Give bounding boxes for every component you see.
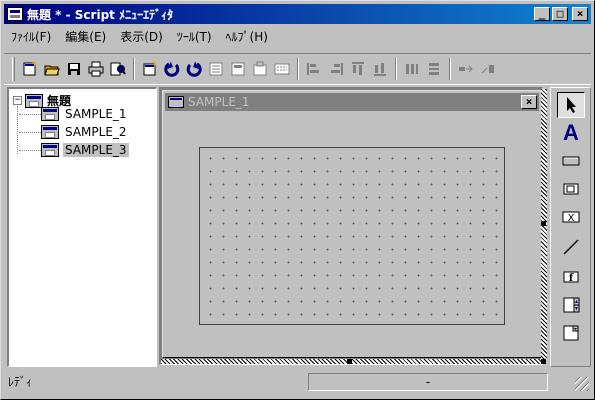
align-left-icon[interactable] [206, 59, 226, 79]
tree-connector [19, 113, 41, 115]
menu-tools[interactable]: ﾂｰﾙ(T) [170, 28, 219, 45]
toolbar-separator [133, 58, 135, 80]
project-icon [25, 93, 43, 108]
title-bar[interactable]: 無題 * - Script ﾒﾆｭｰｴﾃﾞｨﾀ _ □ × [4, 4, 591, 24]
undo-icon[interactable] [162, 59, 182, 79]
toolbar-separator [395, 58, 397, 80]
redo-icon[interactable] [184, 59, 204, 79]
space-vert-icon[interactable] [424, 59, 444, 79]
align-center-icon[interactable] [228, 59, 248, 79]
app-icon[interactable] [7, 7, 23, 21]
menu-screen-icon [41, 107, 59, 121]
resize-border-bottom[interactable] [161, 359, 545, 364]
same-height-icon[interactable] [370, 59, 390, 79]
tree-item-label: SAMPLE_1 [65, 107, 127, 121]
checkbox-icon[interactable] [557, 176, 585, 202]
menu-screen-icon [41, 125, 59, 139]
window-title: 無題 * - Script ﾒﾆｭｰｴﾃﾞｨﾀ [27, 7, 174, 22]
toolbar-grip[interactable] [12, 57, 15, 81]
child-title-bar[interactable]: SAMPLE_1 × [165, 93, 539, 111]
status-text: ﾚﾃﾞｨ [8, 375, 33, 389]
app-window: 無題 * - Script ﾒﾆｭｰｴﾃﾞｨﾀ _ □ × ﾌｧｲﾙ(F) 編集… [0, 0, 595, 400]
spin-icon[interactable] [557, 292, 585, 318]
tree-item-label: SAMPLE_2 [65, 125, 127, 139]
align-bottom-icon[interactable] [326, 59, 346, 79]
tree-line [17, 106, 18, 154]
tree-item-label: SAMPLE_3 [63, 143, 129, 157]
preview-icon[interactable] [108, 59, 128, 79]
align-top-icon[interactable] [272, 59, 292, 79]
mdi-workspace: SAMPLE_1 × [159, 87, 547, 365]
function-tool-glyph: f [569, 273, 574, 284]
new-item-icon[interactable] [140, 59, 160, 79]
align-right-icon[interactable] [250, 59, 270, 79]
pointer-icon[interactable] [557, 92, 585, 118]
align-middle-icon[interactable] [304, 59, 324, 79]
resize-handle-right[interactable] [541, 221, 546, 226]
minimize-button[interactable]: _ [534, 7, 550, 21]
menu-bar: ﾌｧｲﾙ(F) 編集(E) 表示(D) ﾂｰﾙ(T) ﾍﾙﾌﾟ(H) [4, 26, 275, 46]
design-canvas[interactable] [199, 147, 505, 325]
print-icon[interactable] [86, 59, 106, 79]
tree-item-sample-3[interactable]: SAMPLE_3 [19, 143, 129, 157]
arrange-right-icon[interactable] [478, 59, 498, 79]
menu-view[interactable]: 表示(D) [113, 28, 170, 45]
status-bar: ﾚﾃﾞｨ - [4, 371, 591, 393]
tree-connector [19, 131, 41, 133]
size-grip-icon[interactable] [575, 377, 589, 391]
maximize-button[interactable]: □ [552, 7, 568, 21]
menu-screen-edit-icon [41, 143, 59, 157]
open-icon[interactable] [42, 59, 62, 79]
line-icon[interactable] [557, 234, 585, 260]
tree-item-sample-2[interactable]: SAMPLE_2 [19, 125, 129, 139]
toolbar-separator [297, 58, 299, 80]
space-horiz-icon[interactable] [402, 59, 422, 79]
tree-item-sample-1[interactable]: SAMPLE_1 [19, 107, 129, 121]
menu-help[interactable]: ﾍﾙﾌﾟ(H) [219, 28, 275, 45]
dropdown-icon[interactable] [557, 320, 585, 346]
save-icon[interactable] [64, 59, 84, 79]
child-window-sample-1[interactable]: SAMPLE_1 × [162, 90, 542, 358]
resize-handle-bottom[interactable] [347, 359, 352, 364]
menu-edit[interactable]: 編集(E) [58, 28, 113, 45]
textbox-icon[interactable]: X [557, 204, 585, 230]
child-window-title: SAMPLE_1 [188, 95, 250, 109]
child-window-icon[interactable] [168, 96, 184, 108]
button-icon[interactable] [557, 148, 585, 174]
same-width-icon[interactable] [348, 59, 368, 79]
tree-connector [19, 149, 41, 151]
status-panel: - [308, 373, 548, 391]
toolbar-separator [449, 58, 451, 80]
control-palette: A X f [550, 87, 591, 367]
toolbar [4, 53, 591, 85]
new-menu-icon[interactable] [20, 59, 40, 79]
child-close-button[interactable]: × [521, 95, 537, 109]
resize-handle-corner[interactable] [541, 359, 546, 364]
function-icon[interactable]: f [557, 264, 585, 290]
arrange-left-icon[interactable] [456, 59, 476, 79]
close-button[interactable]: × [572, 7, 588, 21]
menu-file[interactable]: ﾌｧｲﾙ(F) [4, 28, 58, 45]
collapse-icon[interactable]: − [13, 96, 22, 105]
text-label-icon[interactable]: A [557, 120, 585, 146]
menu-tree[interactable]: − 無題 SAMPLE_1 SAMPLE_2 SAMPLE_3 [7, 87, 157, 367]
textbox-tool-glyph: X [568, 213, 575, 224]
